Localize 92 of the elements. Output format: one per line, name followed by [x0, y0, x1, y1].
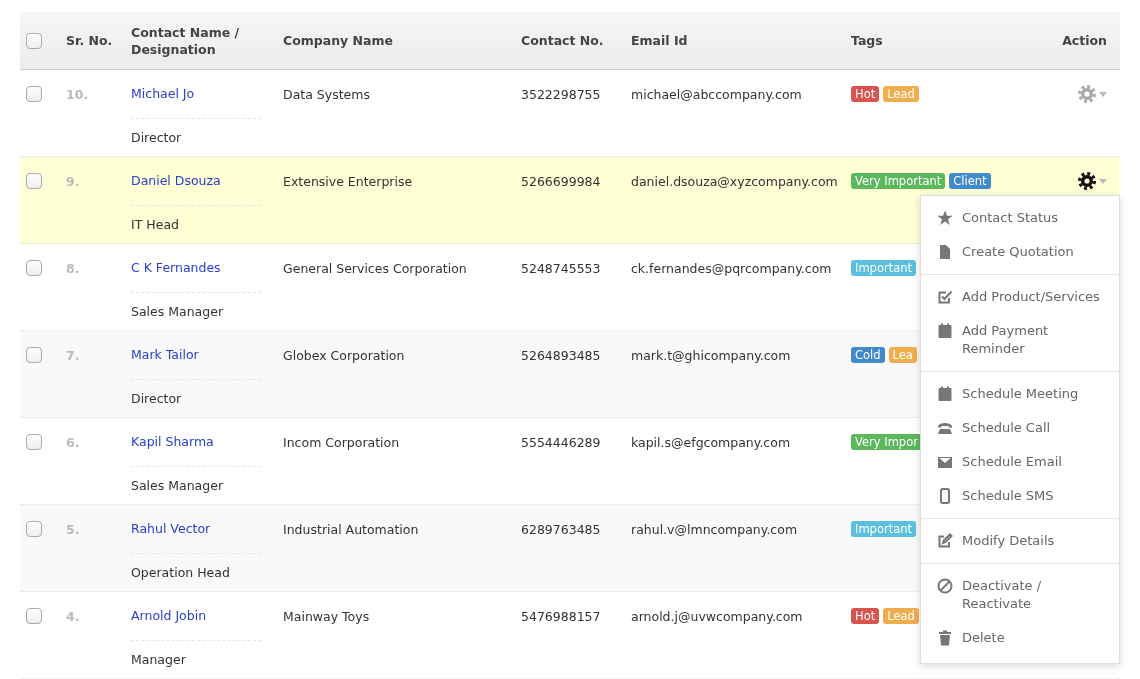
menu-item[interactable]: Schedule Email	[921, 445, 1119, 479]
designation: Sales Manager	[131, 303, 224, 321]
row-checkbox[interactable]	[26, 434, 42, 450]
tag: Lea	[888, 347, 917, 363]
email-id: mark.t@ghicompany.com	[631, 347, 791, 363]
menu-item[interactable]: Schedule SMS	[921, 479, 1119, 513]
contact-name-link[interactable]: Mark Tailor	[131, 331, 261, 380]
tag: Client	[949, 173, 991, 189]
menu-item[interactable]: Schedule Call	[921, 411, 1119, 445]
contact-number: 3522298755	[521, 86, 601, 102]
checkbox-icon	[937, 289, 953, 305]
menu-item[interactable]: Add Product/Services	[921, 280, 1119, 314]
caret-icon[interactable]	[1099, 91, 1107, 97]
email-id: arnold.j@uvwcompany.com	[631, 608, 803, 624]
tag: Important	[851, 260, 916, 276]
contact-number: 6289763485	[521, 521, 601, 537]
menu-item[interactable]: Delete	[921, 621, 1119, 655]
tag: Cold	[851, 347, 885, 363]
column-header: Email Id	[631, 32, 688, 49]
designation: Sales Manager	[131, 477, 224, 495]
row-checkbox[interactable]	[26, 347, 42, 363]
email-id: rahul.v@lmncompany.com	[631, 521, 798, 537]
company-name: General Services Corporation	[283, 260, 467, 276]
contact-name-link[interactable]: Arnold Jobin	[131, 592, 261, 641]
column-header: Company Name	[283, 32, 393, 49]
serial-number: 9.	[66, 173, 80, 189]
contact-number: 5554446289	[521, 434, 601, 450]
company-name: Data Systems	[283, 86, 370, 102]
row-checkbox[interactable]	[26, 173, 42, 189]
trash-icon	[937, 630, 953, 646]
designation: Director	[131, 129, 182, 147]
serial-number: 8.	[66, 260, 80, 276]
designation: Director	[131, 390, 182, 408]
column-header: Sr. No.	[66, 32, 113, 49]
serial-number: 6.	[66, 434, 80, 450]
calendar-icon	[937, 323, 953, 339]
column-header: Contact No.	[521, 32, 604, 49]
menu-item[interactable]: Add Payment Reminder	[921, 314, 1119, 366]
email-id: daniel.dsouza@xyzcompany.com	[631, 173, 838, 189]
tag: Very Important	[851, 173, 946, 189]
designation: Manager	[131, 651, 186, 669]
column-header: Tags	[851, 32, 883, 49]
tag: Important	[851, 521, 916, 537]
tag: Hot	[851, 608, 880, 624]
contact-name-link[interactable]: Kapil Sharma	[131, 418, 261, 467]
serial-number: 4.	[66, 608, 80, 624]
calendar-icon	[937, 386, 953, 402]
contact-name-link[interactable]: Rahul Vector	[131, 505, 261, 554]
select-all-checkbox[interactable]	[26, 32, 42, 49]
email-id: kapil.s@efgcompany.com	[631, 434, 791, 450]
menu-item[interactable]: Schedule Meeting	[921, 377, 1119, 411]
company-name: Extensive Enterprise	[283, 173, 413, 189]
serial-number: 5.	[66, 521, 80, 537]
menu-item[interactable]: Create Quotation	[921, 235, 1119, 269]
serial-number: 7.	[66, 347, 80, 363]
contact-name-link[interactable]: Michael Jo	[131, 70, 261, 119]
company-name: Mainway Toys	[283, 608, 370, 624]
contact-number: 5264893485	[521, 347, 601, 363]
contact-number: 5476988157	[521, 608, 601, 624]
star-icon	[937, 210, 953, 226]
row-checkbox[interactable]	[26, 260, 42, 276]
contact-name-link[interactable]: Daniel Dsouza	[131, 157, 261, 206]
menu-item[interactable]: Contact Status	[921, 201, 1119, 235]
designation: IT Head	[131, 216, 179, 234]
row-checkbox[interactable]	[26, 608, 42, 624]
serial-number: 10.	[66, 86, 89, 102]
tag: Lead	[883, 86, 919, 102]
contact-name-link[interactable]: C K Fernandes	[131, 244, 261, 293]
company-name: Incom Corporation	[283, 434, 400, 450]
designation: Operation Head	[131, 564, 230, 582]
email-id: ck.fernandes@pqrcompany.com	[631, 260, 832, 276]
menu-item[interactable]: Modify Details	[921, 524, 1119, 558]
company-name: Globex Corporation	[283, 347, 405, 363]
contact-number: 5248745553	[521, 260, 601, 276]
row-checkbox[interactable]	[26, 86, 42, 102]
envelope-icon	[937, 454, 953, 470]
email-id: michael@abccompany.com	[631, 86, 802, 102]
company-name: Industrial Automation	[283, 521, 419, 537]
contact-number: 5266699984	[521, 173, 601, 189]
tag: Very Impor	[851, 434, 922, 450]
column-header: Action	[1062, 32, 1107, 49]
ban-icon	[937, 578, 953, 594]
menu-item[interactable]: Deactivate / Reactivate	[921, 569, 1119, 621]
tag: Lead	[883, 608, 919, 624]
settings-icon[interactable]	[1078, 172, 1096, 190]
row-checkbox[interactable]	[26, 521, 42, 537]
mobile-phone-icon	[937, 488, 953, 504]
phone-icon	[937, 420, 953, 436]
tag: Hot	[851, 86, 880, 102]
caret-icon[interactable]	[1099, 178, 1107, 184]
column-header: Contact Name / Designation	[131, 23, 241, 58]
edit-icon	[937, 533, 953, 549]
